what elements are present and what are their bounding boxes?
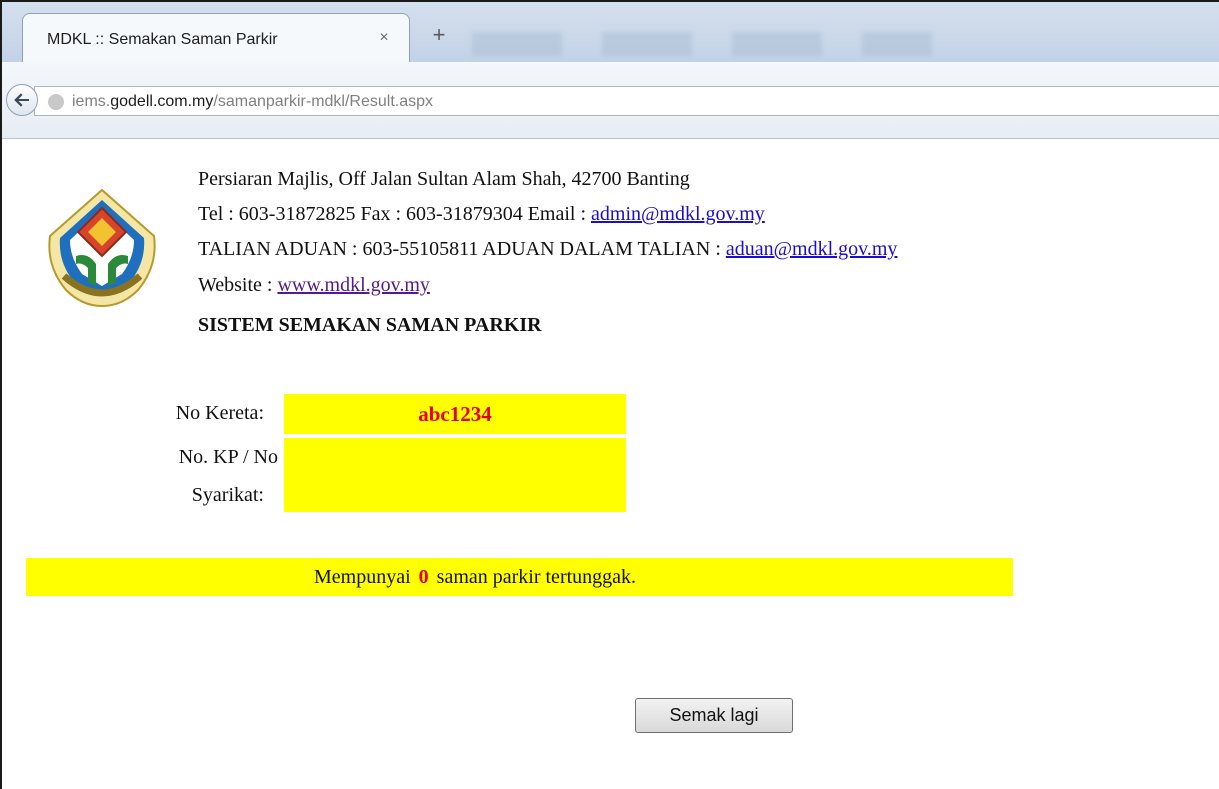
new-tab-icon[interactable]: + xyxy=(428,24,450,46)
car-number-value: abc1234 xyxy=(418,402,492,426)
car-number-label: No Kereta: xyxy=(175,402,264,424)
result-bar: Mempunyai 0 saman parkir tertunggak. xyxy=(26,558,1013,596)
url-path: /samanparkir-mdkl/Result.aspx xyxy=(213,93,434,110)
url-text[interactable]: iems.godell.com.my/samanparkir-mdkl/Resu… xyxy=(72,93,433,111)
result-text: Mempunyai 0 saman parkir tertunggak. xyxy=(314,566,636,589)
ic-number-field xyxy=(284,438,626,512)
website-prefix: Website : xyxy=(198,274,278,296)
address-line: Persiaran Majlis, Off Jalan Sultan Alam … xyxy=(198,168,690,190)
globe-icon xyxy=(48,94,64,110)
complaint-prefix: TALIAN ADUAN : 603-55105811 ADUAN DALAM … xyxy=(198,238,726,260)
outstanding-count: 0 xyxy=(418,566,429,588)
website-link[interactable]: www.mdkl.gov.my xyxy=(277,274,429,296)
contact-line: Tel : 603-31872825 Fax : 603-31879304 Em… xyxy=(198,201,765,227)
website-line: Website : www.mdkl.gov.my xyxy=(198,272,430,298)
check-again-button[interactable]: Semak lagi xyxy=(635,698,793,733)
url-prefix: iems. xyxy=(72,93,111,110)
result-suffix: saman parkir tertunggak. xyxy=(436,566,637,588)
url-domain: godell.com.my xyxy=(110,93,214,110)
email-link[interactable]: admin@mdkl.gov.my xyxy=(591,203,765,225)
ic-label-line2: Syarikat: xyxy=(191,484,264,506)
mdkl-crest-logo xyxy=(48,188,156,308)
back-button[interactable] xyxy=(6,84,38,116)
back-arrow-icon xyxy=(14,93,29,107)
result-prefix: Mempunyai xyxy=(314,566,411,588)
contact-prefix: Tel : 603-31872825 Fax : 603-31879304 Em… xyxy=(198,203,592,225)
browser-tab[interactable]: MDKL :: Semakan Saman Parkir × xyxy=(22,13,410,63)
complaint-line: TALIAN ADUAN : 603-55105811 ADUAN DALAM … xyxy=(198,236,897,262)
blurred-toolbar-area xyxy=(472,32,932,56)
system-title: SISTEM SEMAKAN SAMAN PARKIR xyxy=(198,314,542,336)
tab-title: MDKL :: Semakan Saman Parkir xyxy=(47,31,278,48)
complaint-email-link[interactable]: aduan@mdkl.gov.my xyxy=(726,238,898,260)
ic-label-line1: No. KP / No xyxy=(178,446,278,468)
car-number-field: abc1234 xyxy=(284,394,626,434)
close-tab-icon[interactable]: × xyxy=(375,29,393,47)
